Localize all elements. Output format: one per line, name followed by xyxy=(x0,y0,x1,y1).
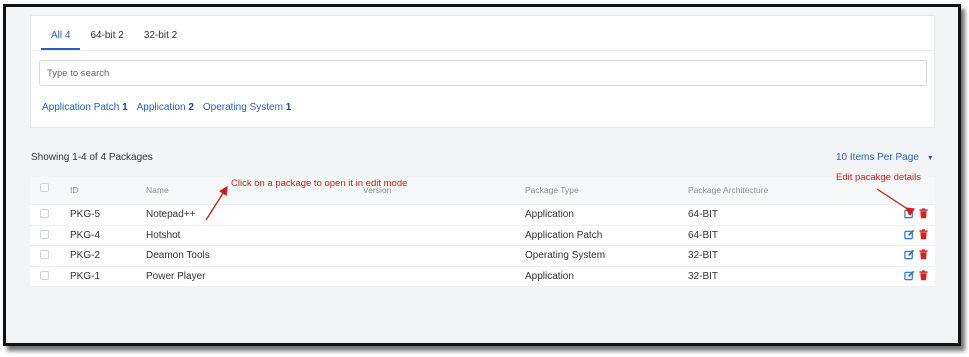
filter-application[interactable]: Application 2 xyxy=(137,102,194,113)
annotation-edit-details: Edit pacakge details xyxy=(836,172,922,183)
row-checkbox[interactable] xyxy=(40,250,49,259)
row-checkbox[interactable] xyxy=(40,270,49,280)
row-actions xyxy=(904,228,929,240)
trash-icon[interactable] xyxy=(918,269,929,281)
package-architecture: 64-BIT xyxy=(688,229,719,241)
package-architecture: 32-BIT xyxy=(688,270,719,282)
package-type: Application xyxy=(525,209,574,220)
tab-all[interactable]: All 4 xyxy=(41,26,81,50)
tab-32-bit-count: 2 xyxy=(171,30,178,41)
arch-tabs: All 4 64-bit 2 32-bit 2 xyxy=(41,26,187,56)
tab-64-bit-label: 64-bit xyxy=(90,30,116,41)
table-row[interactable]: PKG-5 Notepad++ Application 64-BIT xyxy=(30,205,935,226)
trash-icon[interactable] xyxy=(918,208,929,219)
tab-32-bit[interactable]: 32-bit 2 xyxy=(134,26,187,50)
edit-icon[interactable] xyxy=(904,229,915,240)
app-frame: All 4 64-bit 2 32-bit 2 Application Patc… xyxy=(3,4,961,346)
filter-count: 1 xyxy=(285,102,292,113)
edit-icon[interactable] xyxy=(904,270,915,281)
filter-label: Application Patch xyxy=(42,102,120,113)
results-summary: Showing 1-4 of 4 Packages xyxy=(31,152,153,163)
tab-all-count: 4 xyxy=(64,30,71,41)
package-type: Application Patch xyxy=(525,229,603,241)
caret-down-icon: ▼ xyxy=(926,155,934,162)
filter-card: All 4 64-bit 2 32-bit 2 Application Patc… xyxy=(30,15,935,128)
row-checkbox[interactable] xyxy=(40,209,49,218)
package-id: PKG-2 xyxy=(70,250,101,261)
table-row[interactable]: PKG-4 Hotshot Application Patch 64-BIT xyxy=(30,226,935,246)
package-type: Application xyxy=(525,270,574,282)
package-type: Operating System xyxy=(525,250,606,261)
package-id: PKG-4 xyxy=(70,229,101,241)
table-row[interactable]: PKG-2 Deamon Tools Operating System 32-B… xyxy=(30,246,935,267)
select-all-checkbox[interactable] xyxy=(40,183,49,192)
packages-table: ID Name Version Package Type Package Arc… xyxy=(30,177,935,287)
filter-count: 2 xyxy=(188,102,194,113)
column-header-id[interactable]: ID xyxy=(70,177,79,204)
package-name[interactable]: Deamon Tools xyxy=(146,246,210,266)
filter-label: Application xyxy=(136,102,186,113)
edit-icon[interactable] xyxy=(904,208,915,219)
filter-operating-system[interactable]: Operating System 1 xyxy=(203,102,291,113)
row-actions xyxy=(904,269,929,281)
edit-icon[interactable] xyxy=(904,249,915,260)
filter-label: Operating System xyxy=(202,102,283,113)
table-header: ID Name Version Package Type Package Arc… xyxy=(30,177,935,205)
tab-64-bit-count: 2 xyxy=(118,30,124,41)
tab-32-bit-label: 32-bit xyxy=(143,30,169,41)
package-architecture: 64-BIT xyxy=(688,209,719,220)
table-row[interactable]: PKG-1 Power Player Application 32-BIT xyxy=(30,267,935,287)
package-name[interactable]: Power Player xyxy=(146,267,205,287)
row-actions xyxy=(904,208,929,219)
items-per-page-label: 10 Items Per Page xyxy=(836,152,919,163)
trash-icon[interactable] xyxy=(918,249,929,260)
column-header-package-type[interactable]: Package Type xyxy=(525,177,579,204)
row-checkbox[interactable] xyxy=(40,229,49,239)
tab-divider xyxy=(31,50,934,51)
column-header-package-architecture[interactable]: Package Architecture xyxy=(688,177,768,204)
row-actions xyxy=(904,249,929,260)
package-architecture: 32-BIT xyxy=(688,250,719,261)
search-input[interactable] xyxy=(39,60,927,86)
package-id: PKG-5 xyxy=(70,209,101,220)
package-id: PKG-1 xyxy=(70,270,101,282)
annotation-click-package: Click on a package to open it in edit mo… xyxy=(231,178,408,189)
column-header-name[interactable]: Name xyxy=(146,177,169,204)
package-name[interactable]: Notepad++ xyxy=(146,205,196,225)
tab-64-bit[interactable]: 64-bit 2 xyxy=(80,26,133,50)
type-filters: Application Patch 1 Application 2 Operat… xyxy=(42,102,291,113)
package-name[interactable]: Hotshot xyxy=(146,226,180,246)
items-per-page-dropdown[interactable]: 10 Items Per Page ▼ xyxy=(836,152,934,163)
trash-icon[interactable] xyxy=(918,228,929,240)
filter-application-patch[interactable]: Application Patch 1 xyxy=(42,102,128,113)
tab-all-label: All xyxy=(51,30,63,41)
filter-count: 1 xyxy=(122,102,128,113)
